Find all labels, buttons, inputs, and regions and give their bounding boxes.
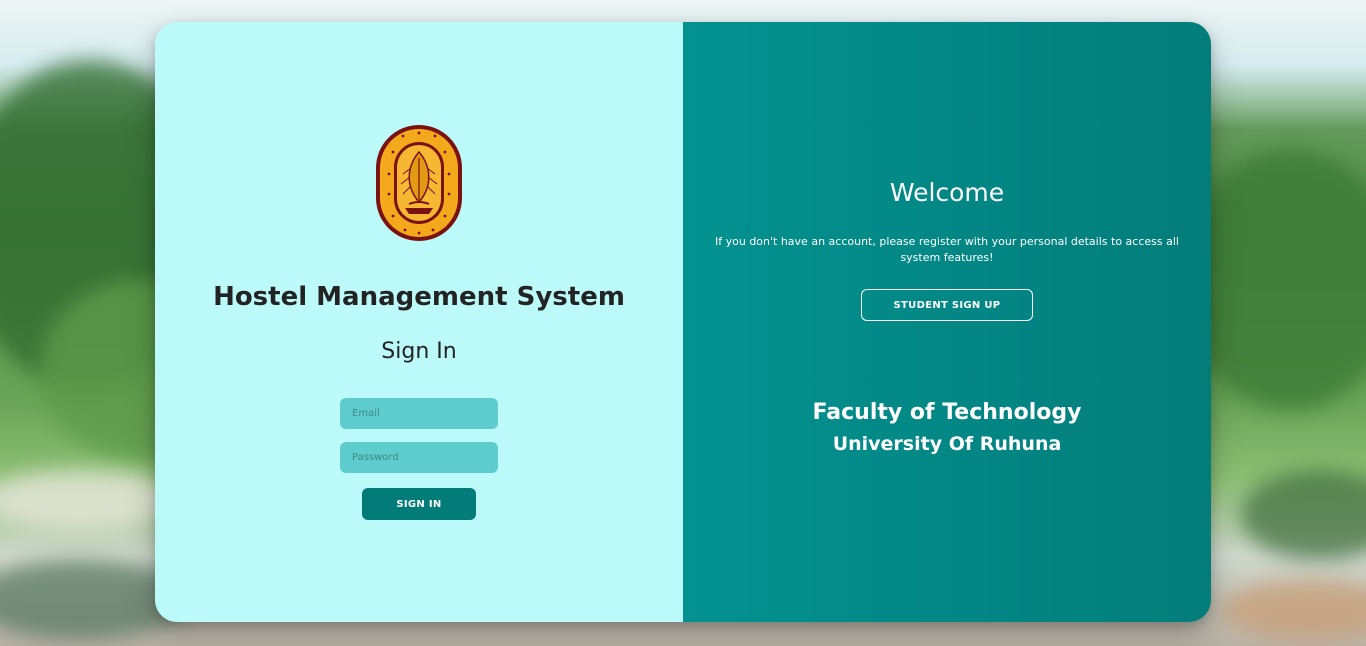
faculty-name: Faculty of Technology [812, 400, 1082, 425]
university-crest-icon [373, 122, 465, 244]
signin-button[interactable]: SIGN IN [362, 488, 476, 520]
signin-heading: Sign In [381, 339, 457, 364]
email-field[interactable] [340, 398, 498, 429]
signin-panel: Hostel Management System Sign In SIGN IN [155, 22, 683, 622]
app-title: Hostel Management System [213, 282, 625, 312]
student-signup-button[interactable]: STUDENT SIGN UP [861, 289, 1033, 321]
password-field[interactable] [340, 442, 498, 473]
welcome-panel: Welcome If you don't have an account, pl… [683, 22, 1211, 622]
login-card: Hostel Management System Sign In SIGN IN… [155, 22, 1211, 622]
welcome-message: If you don't have an account, please reg… [715, 235, 1179, 264]
welcome-heading: Welcome [889, 178, 1005, 207]
university-name: University Of Ruhuna [832, 433, 1062, 455]
